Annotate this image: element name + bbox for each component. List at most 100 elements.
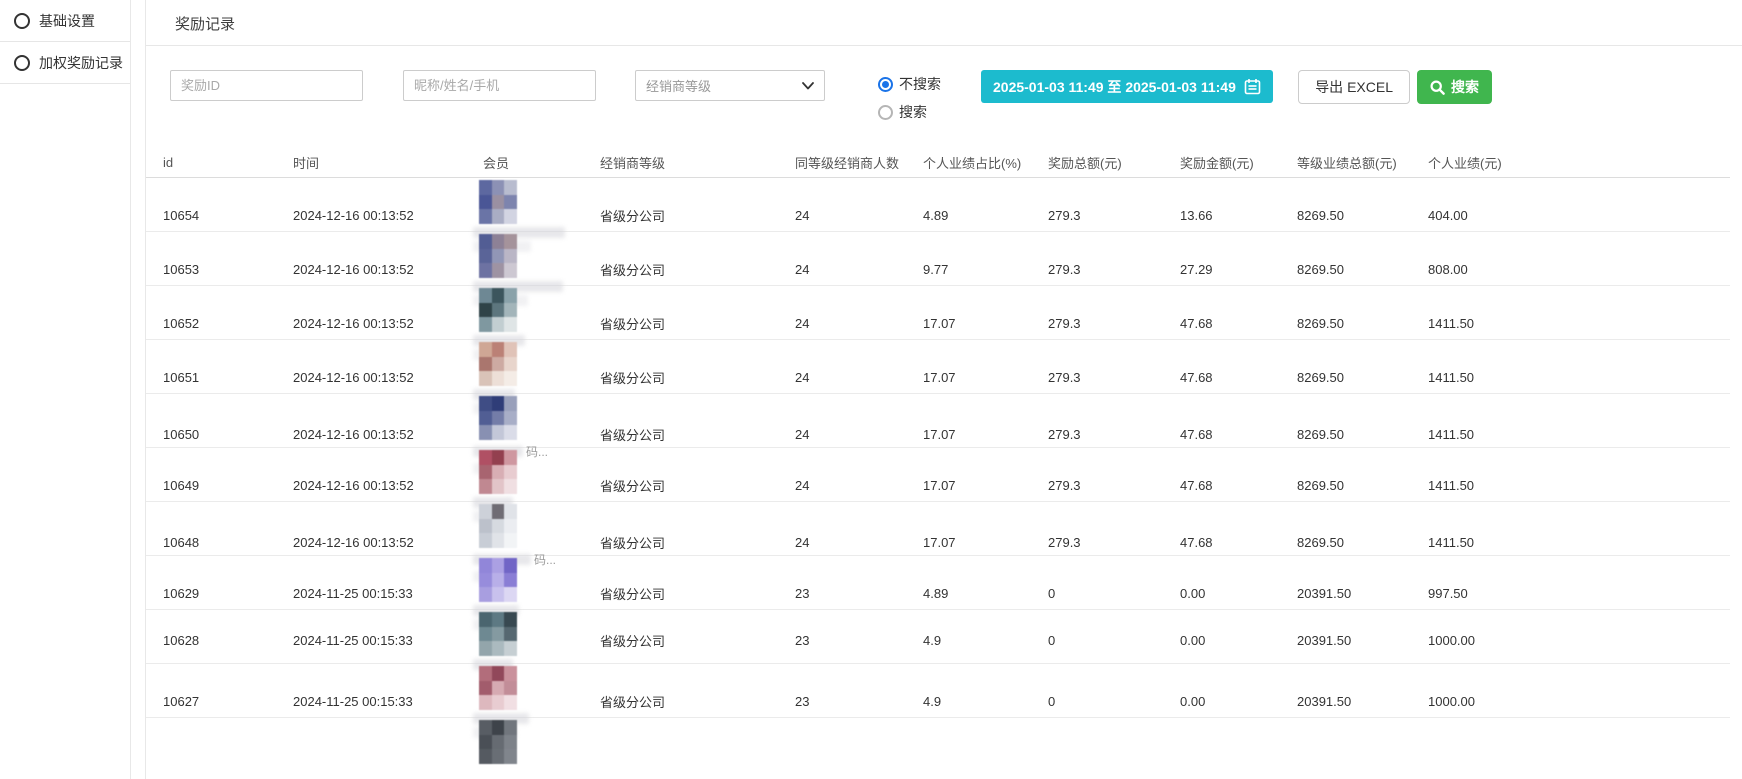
member-cell xyxy=(483,610,600,670)
column-header: 等级业绩总额(元) xyxy=(1297,153,1428,172)
cell-id: 10651 xyxy=(163,370,293,385)
cell-level: 省级分公司 xyxy=(600,692,795,711)
cell-level_total: 8269.50 xyxy=(1297,262,1428,277)
table-row: 106532024-12-16 00:13:52省级分公司249.77279.3… xyxy=(146,232,1730,286)
cell-level_total: 20391.50 xyxy=(1297,694,1428,709)
cell-id: 10653 xyxy=(163,262,293,277)
table-row: 106512024-12-16 00:13:52省级分公司2417.07279.… xyxy=(146,340,1730,394)
column-header: 会员 xyxy=(483,153,600,172)
cell-ratio: 4.89 xyxy=(923,208,1048,223)
cell-personal: 404.00 xyxy=(1428,208,1730,223)
rewards-table: id时间会员经销商等级同等级经销商人数个人业绩占比(%)奖励总额(元)奖励金额(… xyxy=(146,148,1742,771)
sidebar-item-label: 基础设置 xyxy=(39,11,95,31)
member-avatar xyxy=(479,612,517,656)
cell-level_total: 20391.50 xyxy=(1297,633,1428,648)
table-row: 106542024-12-16 00:13:52省级分公司244.89279.3… xyxy=(146,178,1730,232)
cell-level: 省级分公司 xyxy=(600,584,795,603)
page-title: 奖励记录 xyxy=(175,13,1742,34)
member-avatar xyxy=(479,180,517,224)
cell-id: 10649 xyxy=(163,478,293,493)
cell-time: 2024-11-25 00:15:33 xyxy=(293,586,483,601)
cell-amount: 0.00 xyxy=(1180,633,1297,648)
search-mode-radio-group: 不搜索 搜索 xyxy=(878,74,941,122)
cell-count: 23 xyxy=(795,694,923,709)
cell-personal: 1411.50 xyxy=(1428,370,1730,385)
sidebar-item-basic-settings[interactable]: 基础设置 xyxy=(0,0,130,42)
title-divider xyxy=(146,45,1742,46)
cell-ratio: 17.07 xyxy=(923,478,1048,493)
cell-amount: 0.00 xyxy=(1180,586,1297,601)
filter-bar: 经销商等级 不搜索 搜索 2025-01-03 11:49 至 2025-01-… xyxy=(146,70,1742,122)
reward-id-input[interactable] xyxy=(170,70,363,101)
search-button-label: 搜索 xyxy=(1451,77,1479,97)
column-header: 同等级经销商人数 xyxy=(795,153,923,172)
cell-count: 24 xyxy=(795,478,923,493)
cell-total: 279.3 xyxy=(1048,262,1180,277)
sidebar: 基础设置 加权奖励记录 xyxy=(0,0,131,779)
nickname-input[interactable] xyxy=(403,70,596,101)
cell-ratio: 17.07 xyxy=(923,370,1048,385)
cell-ratio: 4.9 xyxy=(923,694,1048,709)
member-cell xyxy=(483,718,600,764)
radio-no-search[interactable]: 不搜索 xyxy=(878,74,941,94)
cell-time: 2024-12-16 00:13:52 xyxy=(293,535,483,550)
cell-amount: 47.68 xyxy=(1180,535,1297,550)
member-avatar xyxy=(479,234,517,278)
member-avatar xyxy=(479,666,517,710)
cell-ratio: 17.07 xyxy=(923,535,1048,550)
cell-level: 省级分公司 xyxy=(600,314,795,333)
cell-amount: 13.66 xyxy=(1180,208,1297,223)
cell-level_total: 8269.50 xyxy=(1297,478,1428,493)
cell-personal: 1411.50 xyxy=(1428,478,1730,493)
export-excel-button[interactable]: 导出 EXCEL xyxy=(1298,70,1410,104)
member-avatar xyxy=(479,288,517,332)
cell-id: 10628 xyxy=(163,633,293,648)
sidebar-item-weighted-reward-records[interactable]: 加权奖励记录 xyxy=(0,42,130,84)
radio-search[interactable]: 搜索 xyxy=(878,102,941,122)
column-header: 奖励总额(元) xyxy=(1048,153,1180,172)
cell-time: 2024-11-25 00:15:33 xyxy=(293,694,483,709)
cell-amount: 47.68 xyxy=(1180,316,1297,331)
cell-amount: 47.68 xyxy=(1180,427,1297,442)
main-content: 奖励记录 经销商等级 不搜索 搜索 2025-01-03 11:49 至 202… xyxy=(145,0,1742,779)
column-header: 个人业绩占比(%) xyxy=(923,153,1048,172)
member-avatar xyxy=(479,396,517,440)
cell-total: 279.3 xyxy=(1048,208,1180,223)
cell-id: 10629 xyxy=(163,586,293,601)
cell-personal: 1411.50 xyxy=(1428,316,1730,331)
cell-level: 省级分公司 xyxy=(600,368,795,387)
cell-count: 24 xyxy=(795,208,923,223)
radio-no-search-label: 不搜索 xyxy=(899,74,941,94)
table-row: 106282024-11-25 00:15:33省级分公司234.900.002… xyxy=(146,610,1730,664)
member-avatar xyxy=(479,504,517,548)
table-row: 106522024-12-16 00:13:52省级分公司2417.07279.… xyxy=(146,286,1730,340)
cell-id: 10654 xyxy=(163,208,293,223)
column-header: id xyxy=(163,155,293,170)
column-header: 时间 xyxy=(293,153,483,172)
table-row: 106482024-12-16 00:13:52码...省级分公司2417.07… xyxy=(146,502,1730,556)
cell-id: 10627 xyxy=(163,694,293,709)
date-range-text: 2025-01-03 11:49 至 2025-01-03 11:49 xyxy=(993,77,1236,97)
cell-total: 279.3 xyxy=(1048,427,1180,442)
cell-count: 24 xyxy=(795,262,923,277)
cell-id: 10650 xyxy=(163,427,293,442)
cell-level: 省级分公司 xyxy=(600,425,795,444)
cell-level_total: 8269.50 xyxy=(1297,370,1428,385)
cell-count: 24 xyxy=(795,535,923,550)
cell-level: 省级分公司 xyxy=(600,533,795,552)
circle-icon xyxy=(14,13,30,29)
search-button[interactable]: 搜索 xyxy=(1417,70,1492,104)
cell-total: 279.3 xyxy=(1048,535,1180,550)
cell-count: 24 xyxy=(795,427,923,442)
cell-count: 24 xyxy=(795,316,923,331)
cell-level: 省级分公司 xyxy=(600,476,795,495)
cell-amount: 27.29 xyxy=(1180,262,1297,277)
dealer-level-select[interactable]: 经销商等级 xyxy=(635,70,825,101)
calendar-icon xyxy=(1244,78,1261,95)
column-header: 奖励金额(元) xyxy=(1180,153,1297,172)
member-avatar xyxy=(479,450,517,494)
cell-total: 279.3 xyxy=(1048,370,1180,385)
cell-personal: 1411.50 xyxy=(1428,535,1730,550)
radio-selected-icon xyxy=(878,77,893,92)
date-range-button[interactable]: 2025-01-03 11:49 至 2025-01-03 11:49 xyxy=(981,70,1273,103)
